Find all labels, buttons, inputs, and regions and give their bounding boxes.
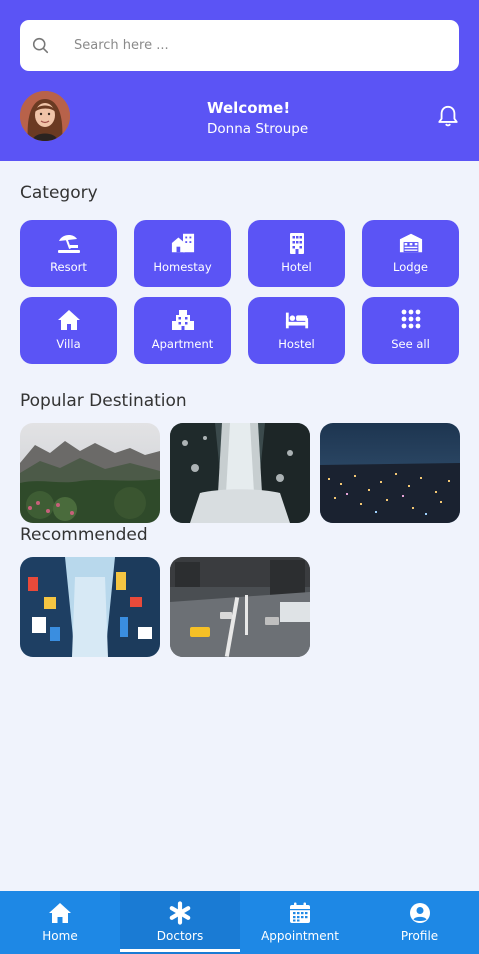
destination-card-mountain-valley[interactable]	[20, 423, 160, 523]
category-label: Villa	[56, 337, 81, 351]
home-icon	[49, 903, 71, 923]
nav-label: Profile	[400, 929, 439, 943]
nav-label: Doctors	[156, 929, 204, 943]
category-label: Hotel	[281, 260, 312, 274]
city-night-image	[320, 423, 460, 523]
asterisk-icon	[169, 901, 191, 925]
category-hostel[interactable]: Hostel	[248, 297, 345, 364]
city-building-icon	[171, 310, 194, 330]
recommended-list	[20, 557, 310, 657]
user-row: Welcome! Donna Stroupe	[20, 71, 459, 161]
category-grid: Resort Homestay Hotel Lodge Villa Apartm…	[20, 220, 459, 364]
nav-label: Home	[42, 929, 78, 943]
welcome-text: Welcome!	[207, 99, 291, 117]
category-villa[interactable]: Villa	[20, 297, 117, 364]
destination-card-waterfall[interactable]	[170, 423, 310, 523]
destination-card-city-night[interactable]	[320, 423, 460, 523]
home-icon	[57, 310, 80, 330]
city-street-image	[170, 557, 310, 657]
search-bar[interactable]	[20, 20, 459, 71]
hotel-icon	[289, 233, 304, 254]
times-square-image	[20, 557, 160, 657]
nav-home[interactable]: Home	[0, 891, 120, 954]
category-see-all[interactable]: See all	[362, 297, 459, 364]
category-label: Apartment	[151, 337, 214, 351]
user-name: Donna Stroupe	[207, 121, 309, 137]
user-circle-icon	[409, 903, 430, 923]
popular-destination-list	[20, 423, 460, 523]
category-hotel[interactable]: Hotel	[248, 220, 345, 287]
category-label: Homestay	[153, 260, 212, 274]
warehouse-icon	[399, 233, 422, 253]
category-homestay[interactable]: Homestay	[134, 220, 231, 287]
search-icon	[32, 37, 49, 54]
recommended-title: Recommended	[20, 525, 148, 545]
category-label: Hostel	[278, 337, 315, 351]
category-label: See all	[391, 337, 430, 351]
recommended-card-times-square[interactable]	[20, 557, 160, 657]
category-label: Resort	[50, 260, 87, 274]
nav-doctors[interactable]: Doctors	[120, 891, 240, 954]
umbrella-beach-icon	[57, 235, 80, 253]
category-title: Category	[20, 183, 98, 203]
bottom-nav: Home Doctors Appointment Profile	[0, 891, 479, 954]
nav-profile[interactable]: Profile	[360, 891, 479, 954]
nav-label: Appointment	[261, 929, 339, 943]
popular-destination-title: Popular Destination	[20, 391, 187, 411]
category-apartment[interactable]: Apartment	[134, 297, 231, 364]
search-input[interactable]	[74, 38, 374, 53]
bell-icon[interactable]	[437, 104, 459, 128]
house-building-icon	[171, 233, 194, 253]
avatar[interactable]	[20, 91, 70, 141]
mountain-valley-image	[20, 423, 160, 523]
bed-icon	[285, 312, 308, 329]
category-label: Lodge	[393, 260, 428, 274]
welcome-block: Welcome! Donna Stroupe	[207, 99, 308, 139]
category-lodge[interactable]: Lodge	[362, 220, 459, 287]
grid-dots-icon	[401, 309, 420, 329]
recommended-card-city-street[interactable]	[170, 557, 310, 657]
header: Welcome! Donna Stroupe	[0, 0, 479, 161]
category-resort[interactable]: Resort	[20, 220, 117, 287]
nav-appointment[interactable]: Appointment	[240, 891, 360, 954]
calendar-icon	[290, 902, 310, 923]
waterfall-image	[170, 423, 310, 523]
